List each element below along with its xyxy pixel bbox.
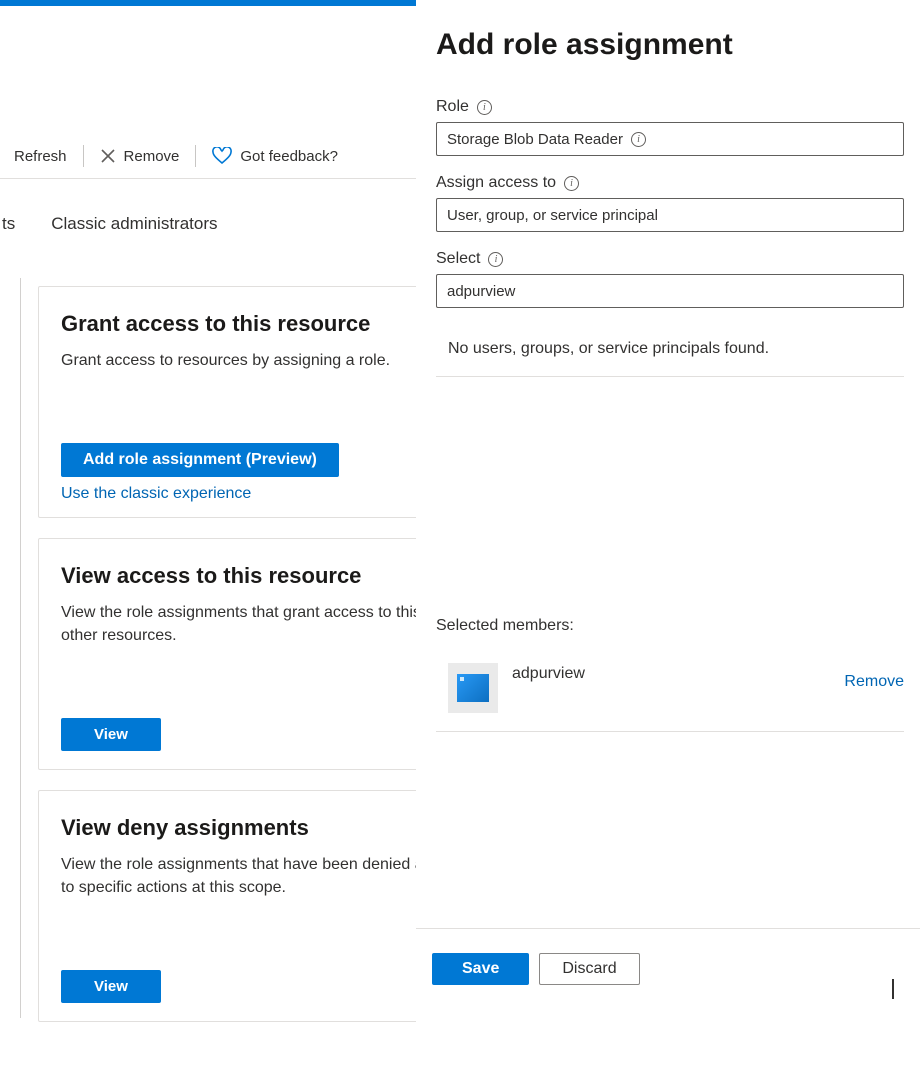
assign-access-value: User, group, or service principal [447, 207, 658, 224]
use-classic-experience-link[interactable]: Use the classic experience [61, 485, 251, 503]
toolbar-separator [83, 145, 84, 167]
view-button[interactable]: View [61, 718, 161, 751]
info-icon[interactable]: i [564, 176, 579, 191]
remove-button[interactable]: Remove [88, 142, 192, 171]
tab-classic-administrators[interactable]: Classic administrators [33, 206, 235, 244]
select-search-input[interactable] [436, 274, 904, 308]
save-button[interactable]: Save [432, 953, 529, 985]
pane-title: Add role assignment [436, 28, 904, 62]
role-dropdown-value: Storage Blob Data Reader [447, 131, 623, 148]
remove-member-link[interactable]: Remove [844, 673, 904, 691]
info-icon[interactable]: i [477, 100, 492, 115]
role-dropdown[interactable]: Storage Blob Data Reader i [436, 122, 904, 156]
assign-access-dropdown[interactable]: User, group, or service principal [436, 198, 904, 232]
card-description: View the role assignments that grant acc… [61, 601, 475, 647]
close-x-icon [100, 148, 116, 164]
member-avatar-icon [448, 663, 498, 713]
info-icon[interactable]: i [631, 132, 646, 147]
feedback-button[interactable]: Got feedback? [200, 141, 350, 171]
assign-access-label: Assign access to [436, 174, 556, 192]
refresh-button[interactable]: Refresh [2, 142, 79, 171]
select-label: Select [436, 250, 480, 268]
no-results-message: No users, groups, or service principals … [436, 326, 904, 377]
assign-access-field: Assign access to i User, group, or servi… [436, 174, 904, 232]
selected-members-label: Selected members: [436, 617, 904, 635]
add-role-assignment-pane: Add role assignment Role i Storage Blob … [416, 0, 920, 1091]
card-title: View deny assignments [61, 815, 475, 841]
info-icon[interactable]: i [488, 252, 503, 267]
pane-footer: Save Discard [416, 928, 920, 1001]
selected-members-section: Selected members: adpurview Remove [436, 617, 904, 732]
view-button[interactable]: View [61, 970, 161, 1003]
discard-button[interactable]: Discard [539, 953, 639, 985]
member-name: adpurview [512, 665, 844, 683]
select-input-field[interactable] [447, 283, 893, 300]
card-title: Grant access to this resource [61, 311, 475, 337]
text-caret [892, 979, 894, 999]
card-description: View the role assignments that have been… [61, 853, 475, 899]
role-field: Role i Storage Blob Data Reader i [436, 98, 904, 156]
selected-member-row: adpurview Remove [436, 655, 904, 732]
tab-partial[interactable]: ts [0, 206, 33, 244]
card-title: View access to this resource [61, 563, 475, 589]
role-label: Role [436, 98, 469, 116]
vertical-divider [20, 278, 21, 1018]
toolbar-separator [195, 145, 196, 167]
select-field: Select i [436, 250, 904, 308]
card-description: Grant access to resources by assigning a… [61, 349, 475, 372]
heart-icon [212, 147, 232, 165]
add-role-assignment-button[interactable]: Add role assignment (Preview) [61, 443, 339, 477]
